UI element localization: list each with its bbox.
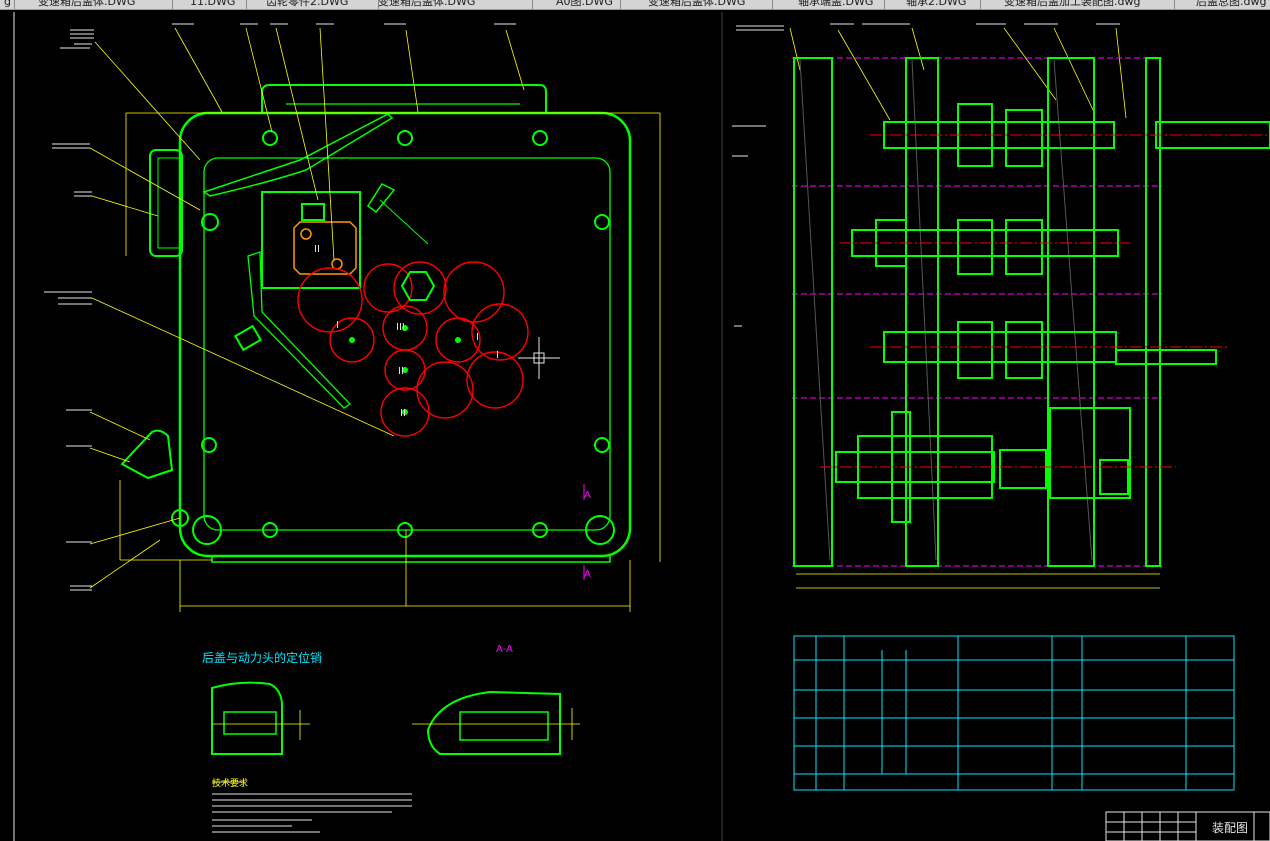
svg-text:II: II [400,408,406,419]
file-tab[interactable]: 11.DWG [186,0,250,9]
section-mark-top: A [584,490,591,501]
section-mark-bottom: A [584,569,591,580]
svg-text:I: I [496,350,499,361]
file-tab[interactable]: 后盖总图.dwg [1192,0,1270,9]
tab-separator [620,0,621,9]
svg-text:I: I [476,332,479,343]
svg-text:I: I [336,320,339,331]
tab-separator [532,0,533,9]
section-label: A-A [496,644,513,655]
file-tab[interactable]: 齿轮零件2.DWG [262,0,382,9]
cad-drawing-canvas[interactable]: 后盖与动力头的定位销 A-A A A 技术要求 装配图 I II III I I… [0,10,1270,841]
file-tab[interactable]: 变速箱后盖体.DWG [644,0,776,9]
svg-text:III: III [396,322,405,333]
file-tab[interactable]: g [0,0,18,9]
tab-separator [246,0,247,9]
tab-separator [172,0,173,9]
tab-separator [1174,0,1175,9]
detail-title: 后盖与动力头的定位销 [202,650,322,665]
svg-text:II: II [314,244,320,255]
file-tab[interactable]: 轴承端盖.DWG [794,0,888,9]
tab-separator [980,0,981,9]
technical-requirements-heading: 技术要求 [212,777,248,789]
file-tab[interactable]: 变速箱后盖体.DWG [34,0,176,9]
tab-separator [14,0,15,9]
svg-text:II: II [398,366,404,377]
title-block-name: 装配图 [1212,821,1248,835]
tab-separator [772,0,773,9]
file-tab[interactable]: A0图.DWG [552,0,624,9]
file-tab[interactable]: 变速箱后盖加工装配图.dwg [1000,0,1178,9]
file-tab-bar: g 变速箱后盖体.DWG 11.DWG 齿轮零件2.DWG 变速箱后盖体.DWG A0图.… [0,0,1270,10]
tab-separator [884,0,885,9]
file-tab[interactable]: 变速箱后盖体.DWG [374,0,536,9]
file-tab[interactable]: 轴承2.DWG [902,0,984,9]
